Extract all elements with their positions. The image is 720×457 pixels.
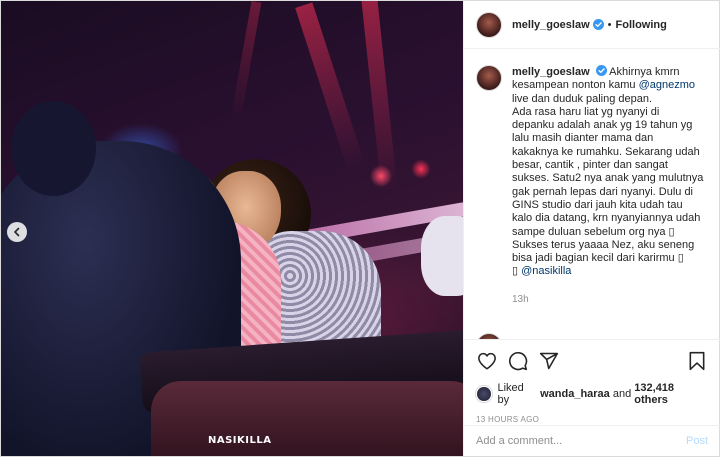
photo-watermark: NASIKILLA (208, 435, 272, 446)
caption-line: GINS studio dari jauh kita udah tau (512, 198, 683, 211)
background-figure (421, 216, 463, 296)
share-icon (539, 352, 559, 370)
action-icons-row (476, 348, 708, 374)
previous-photo-button[interactable] (7, 222, 27, 242)
mention-link[interactable]: @agnezmo (639, 79, 695, 91)
heart-icon (478, 352, 496, 370)
caption-line: gak pernah lepas dari nyanyi. Dulu di (512, 185, 694, 198)
caption-username[interactable]: melly_goeslaw (512, 66, 590, 78)
caption-line: live dan duduk paling depan. (512, 92, 653, 105)
add-comment-bar: Post (464, 425, 720, 456)
chevron-left-icon (14, 227, 20, 237)
comment-icon (509, 352, 528, 371)
emoji-placeholder: ▯ (677, 252, 684, 265)
caption-line: sampe duluan sebelum org nya (512, 225, 666, 238)
post-comment-button[interactable]: Post (686, 435, 708, 447)
verified-badge-icon (595, 65, 607, 76)
caption-line: kesampean nonton kamu (512, 79, 636, 92)
author-avatar[interactable] (476, 11, 502, 38)
post-timestamp[interactable]: 13 HOURS AGO (476, 415, 708, 424)
post-header: melly_goeslaw • Following (464, 1, 720, 49)
save-button[interactable] (686, 350, 708, 372)
following-button[interactable]: Following (616, 19, 667, 31)
caption-line: kakaknya ke rumahku. Sekarang udah (512, 145, 700, 158)
likes-summary: Liked by wanda_haraa and 132,418 others (476, 382, 708, 406)
instagram-post-modal: NASIKILLA melly_goeslaw • Following mell… (0, 0, 720, 457)
post-actions: Liked by wanda_haraa and 132,418 others … (464, 339, 720, 424)
stage-light-beam (230, 1, 262, 121)
caption-age[interactable]: 13h (512, 293, 706, 306)
stage-seat (151, 381, 463, 456)
caption-line: besar, cantik , pinter dan sangat (512, 159, 668, 172)
stage-light-beam (360, 1, 398, 192)
stage-light-beam (295, 2, 365, 170)
post-side-panel: melly_goeslaw • Following melly_goeslaw … (463, 1, 720, 456)
comments-section[interactable]: melly_goeslaw Akhirnya kmrn kesampean no… (464, 49, 720, 339)
caption-line: kalo dia datang, krn nyanyiannya udah (512, 212, 701, 225)
caption-line: Sukses terus yaaaa Nez, aku seneng (512, 238, 695, 251)
author-username[interactable]: melly_goeslaw (512, 19, 590, 31)
caption-comment: melly_goeslaw Akhirnya kmrn kesampean no… (476, 65, 708, 306)
liker-username[interactable]: wanda_haraa (540, 388, 610, 400)
likes-prefix: Liked by (497, 382, 524, 406)
verified-badge-icon (592, 19, 604, 30)
header-separator: • (607, 18, 612, 31)
likes-count[interactable]: 132,418 others (634, 382, 708, 406)
caption-line: Akhirnya kmrn (609, 66, 680, 78)
emoji-placeholder: ▯ (512, 265, 519, 278)
liker-avatar[interactable] (476, 386, 492, 402)
caption-line: lalu masih dianter mama dan (512, 132, 654, 145)
caption-author-avatar[interactable] (476, 65, 502, 91)
emoji-placeholder: ▯ (668, 225, 675, 238)
likes-middle: and (612, 388, 632, 400)
like-button[interactable] (476, 350, 498, 372)
caption-line: Ada rasa haru liat yg nyanyi di (512, 105, 660, 118)
caption-line: sukses. Satu2 nya anak yang mulutnya (512, 172, 704, 185)
mention-link[interactable]: @nasikilla (521, 265, 571, 277)
caption-line: bisa jadi bagian kecil dari karirmu (512, 252, 675, 265)
share-button[interactable] (538, 350, 560, 372)
audience-head-dark (11, 101, 96, 196)
comment-input[interactable] (476, 435, 686, 447)
post-photo[interactable]: NASIKILLA (1, 1, 463, 456)
comment-button[interactable] (507, 350, 529, 372)
caption-text: melly_goeslaw Akhirnya kmrn kesampean no… (512, 65, 706, 306)
caption-line: depanku adalah anak yg 19 tahun yg (512, 119, 693, 132)
bookmark-icon (689, 351, 705, 371)
